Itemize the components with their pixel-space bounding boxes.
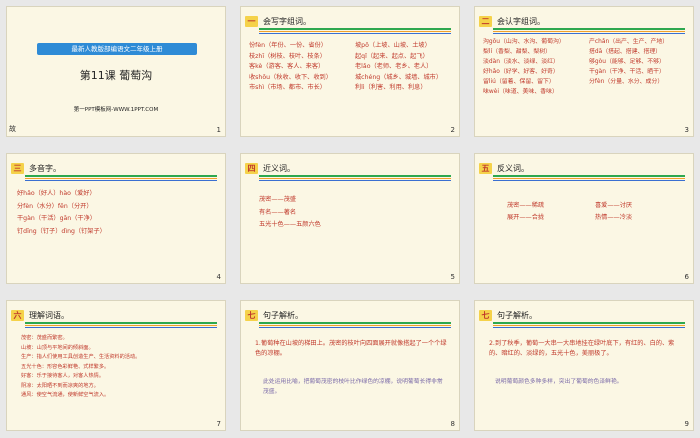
list-item: 有名——著名: [259, 208, 297, 216]
sentence-text: 2.到了秋季，葡萄一大串一大串地挂在绿叶底下，有红的、白的、紫的、暗红的、淡绿的…: [489, 340, 675, 357]
section-title: 句子解析。: [263, 311, 303, 320]
slide-number: 9: [684, 420, 689, 428]
list-item: 分fèn（水分）fēn（分开）: [17, 202, 93, 210]
list-item: 产chǎn（出产、生产、产地）: [589, 39, 669, 45]
section-title: 会认字组词。: [497, 17, 545, 26]
slide-number: 7: [216, 420, 221, 428]
list-item: 梨lí（香梨、甜梨、梨树）: [483, 49, 552, 55]
list-item: 淡dàn（淡水、淡绿、淡红）: [483, 59, 559, 65]
corner-char: 故: [9, 125, 16, 133]
slide-number: 4: [216, 273, 221, 281]
list-item: 老lǎo（老师、老乡、老人）: [355, 63, 433, 70]
word-list-left: 茂密——稀疏 展开——合拢: [507, 200, 544, 224]
title-underline: [259, 322, 451, 328]
list-item: 茂密——稀疏: [507, 202, 545, 209]
list-item: 份fèn（年份、一份、省份）: [249, 42, 327, 49]
list-item: 好客：乐于接待客人，对客人热情。: [21, 373, 105, 379]
list-item: 山坡：山顶与平地间的倾斜面。: [21, 344, 94, 351]
list-item: 钉dīng（钉子）dìng（钉架子）: [17, 227, 106, 235]
list-item: 五光十色：形容色彩鲜艳、式样繁多。: [21, 363, 110, 370]
list-item: 阴凉：太阳晒不到而凉爽的地方。: [21, 382, 99, 389]
slide-8[interactable]: 七 句子解析。 1.葡萄种在山坡的梯田上。茂密的枝叶向四面展开就像搭起了一个个绿…: [240, 300, 460, 431]
list-item: 分fèn（分量、水分、成分）: [589, 79, 664, 85]
analysis-note: 此处运用比喻，把葡萄茂密的枝叶比作绿色的凉棚，说明葡萄长得非常茂盛。: [263, 379, 443, 395]
section-badge: 六: [11, 310, 24, 321]
title-underline: [493, 175, 685, 181]
section-title: 多音字。: [29, 164, 61, 173]
section-title: 反义词。: [497, 164, 529, 173]
list-item: 喜爱——讨厌: [595, 202, 633, 209]
section-badge: 一: [245, 16, 258, 27]
title-underline: [493, 322, 685, 328]
list-item: 够gòu（能够、足够、不够）: [589, 59, 665, 65]
title-underline: [259, 175, 451, 181]
section-title: 句子解析。: [497, 311, 537, 320]
section-badge: 七: [479, 310, 492, 321]
word-list-right: 喜爱——讨厌 热情——冷淡: [595, 200, 632, 224]
title-underline: [259, 28, 451, 34]
section-badge: 四: [245, 163, 258, 174]
section-title: 会写字组词。: [263, 17, 311, 26]
list-item: 展开——合拢: [507, 214, 545, 221]
list-item: 茂密：茂盛而繁密。: [21, 335, 68, 341]
word-list: 茂密——茂盛 有名——著名 五光十色——五颜六色: [259, 194, 321, 232]
list-item: 留liú（留着、保留、留下）: [483, 79, 555, 85]
list-item: 坡pō（上坡、山坡、土坡）: [355, 42, 431, 49]
definition-list: 茂密：茂盛而繁密。 山坡：山顶与平地间的倾斜面。 生产：指人们使用工具创造生产、…: [21, 334, 140, 401]
title-underline: [25, 175, 217, 181]
list-item: 味wèi（味道、美味、香味）: [483, 89, 558, 95]
sentence-text: 1.葡萄种在山坡的梯田上。茂密的枝叶向四面展开就像搭起了一个个绿色的凉棚。: [255, 340, 447, 357]
section-badge: 五: [479, 163, 492, 174]
site-text: 第一PPT模板网-WWW.1PPT.COM: [73, 107, 159, 113]
slide-5[interactable]: 四 近义词。 茂密——茂盛 有名——著名 五光十色——五颜六色 5: [240, 153, 460, 284]
slide-number: 6: [684, 273, 689, 281]
slide-1[interactable]: 最新人教版部编语文二年级上册 第11课 葡萄沟 第一PPT模板网-WWW.1PP…: [6, 6, 226, 137]
slide-7[interactable]: 六 理解词语。 茂密：茂盛而繁密。 山坡：山顶与平地间的倾斜面。 生产：指人们使…: [6, 300, 226, 431]
list-item: 收shōu（秋收、收下、收到）: [249, 73, 332, 81]
list-item: 干gàn（干活）gān（干净）: [17, 215, 96, 222]
list-item: 五光十色——五颜六色: [259, 221, 321, 228]
list-item: 市shì（市场、都市、市长）: [249, 84, 326, 91]
list-item: 搭dā（搭起、搭建、搭理）: [589, 49, 662, 55]
list-item: 城chéng（城乡、城墙、城市）: [355, 73, 443, 81]
word-list-right: 产chǎn（出产、生产、产地） 搭dā（搭起、搭建、搭理） 够gòu（能够、足够…: [589, 37, 668, 87]
analysis-note: 说明葡萄颜色多种多样，突出了葡萄的色泽鲜艳。: [495, 379, 623, 385]
list-item: 客kè（游客、客人、来客）: [249, 63, 325, 70]
section-title: 近义词。: [263, 164, 295, 173]
list-item: 好hǎo（好学、好客、好奇）: [483, 69, 559, 75]
slide-number: 1: [216, 126, 221, 134]
slide-title: 第11课 葡萄沟: [79, 69, 153, 82]
word-list-left: 沟gōu（山沟、水沟、葡萄沟） 梨lí（香梨、甜梨、梨树） 淡dàn（淡水、淡绿…: [483, 37, 565, 97]
list-item: 利lì（利害、利用、利息）: [355, 84, 427, 91]
banner-text: 最新人教版部编语文二年级上册: [71, 45, 163, 53]
list-item: 好hǎo（好人）hào（爱好）: [17, 190, 96, 197]
slide-3[interactable]: 二 会认字组词。 沟gōu（山沟、水沟、葡萄沟） 梨lí（香梨、甜梨、梨树） 淡…: [474, 6, 694, 137]
list-item: 干gàn（干净、干活、晒干）: [589, 69, 665, 75]
list-item: 沟gōu（山沟、水沟、葡萄沟）: [483, 39, 565, 45]
section-badge: 七: [245, 310, 258, 321]
section-badge: 三: [11, 163, 24, 174]
list-item: 起qǐ（起来、起点、起飞）: [355, 52, 429, 60]
word-list-right: 坡pō（上坡、山坡、土坡） 起qǐ（起来、起点、起飞） 老lǎo（老师、老乡、老…: [355, 41, 442, 94]
title-underline: [493, 28, 685, 34]
section-badge: 二: [479, 16, 492, 27]
slide-4[interactable]: 三 多音字。 好hǎo（好人）hào（爱好） 分fèn（水分）fēn（分开） 干…: [6, 153, 226, 284]
slide-2[interactable]: 一 会写字组词。 份fèn（年份、一份、省份） 枝zhī（树枝、枝叶、枝条） 客…: [240, 6, 460, 137]
word-list: 好hǎo（好人）hào（爱好） 分fèn（水分）fēn（分开） 干gàn（干活）…: [17, 188, 106, 238]
slide-number: 5: [450, 273, 455, 281]
list-item: 生产：指人们使用工具创造生产、生活资料的活动。: [21, 354, 141, 360]
slide-number: 3: [684, 126, 689, 134]
slide-number: 8: [450, 420, 455, 428]
slide-6[interactable]: 五 反义词。 茂密——稀疏 展开——合拢 喜爱——讨厌 热情——冷淡 6: [474, 153, 694, 284]
list-item: 枝zhī（树枝、枝叶、枝条）: [249, 52, 326, 60]
list-item: 热情——冷淡: [595, 214, 633, 221]
title-underline: [25, 322, 217, 328]
list-item: 通风：使空气流通，使新鲜空气流入。: [21, 392, 110, 398]
slide-9[interactable]: 七 句子解析。 2.到了秋季，葡萄一大串一大串地挂在绿叶底下，有红的、白的、紫的…: [474, 300, 694, 431]
list-item: 茂密——茂盛: [259, 196, 297, 203]
slide-number: 2: [450, 126, 455, 134]
section-title: 理解词语。: [29, 311, 69, 320]
word-list-left: 份fèn（年份、一份、省份） 枝zhī（树枝、枝叶、枝条） 客kè（游客、客人、…: [249, 41, 332, 94]
